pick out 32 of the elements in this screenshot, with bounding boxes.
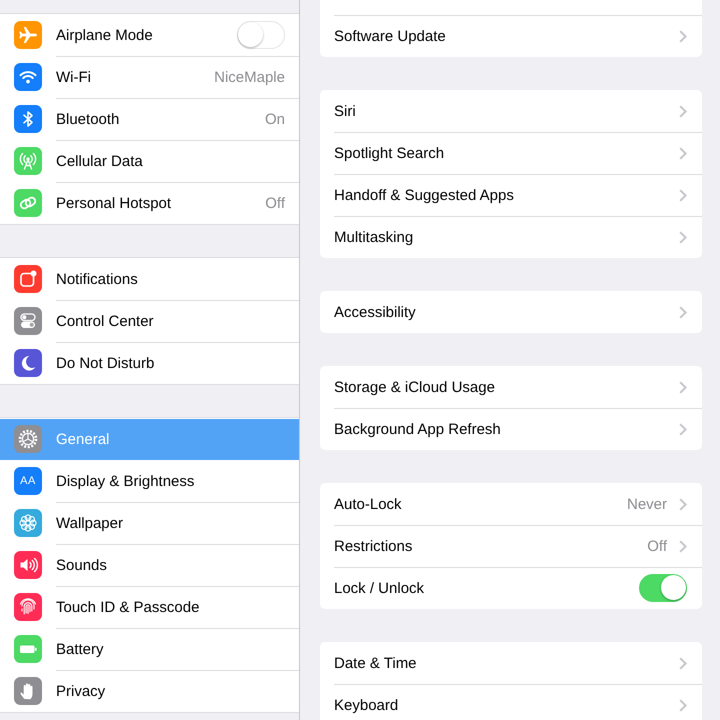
text-size-icon: AA xyxy=(14,467,42,495)
settings-row[interactable]: Multitasking xyxy=(320,216,702,258)
chevron-icon xyxy=(679,422,687,436)
setting-value: On xyxy=(264,110,285,128)
settings-row[interactable]: Spotlight Search xyxy=(320,132,702,174)
chevron-icon xyxy=(679,698,687,712)
settings-row[interactable]: Lock / Unlock xyxy=(320,568,702,608)
chevron-icon xyxy=(679,104,687,118)
settings-row[interactable]: Software Update xyxy=(320,16,702,56)
toggle-switch[interactable] xyxy=(639,574,687,602)
setting-value: NiceMaple xyxy=(214,68,285,86)
settings-row[interactable]: Handoff & Suggested Apps xyxy=(320,174,702,216)
chevron-icon xyxy=(679,230,687,244)
chevron-icon xyxy=(679,30,687,42)
chevron-icon xyxy=(679,188,687,202)
chevron-icon xyxy=(679,656,687,670)
settings-row[interactable]: Accessibility xyxy=(320,292,702,332)
setting-value: Off xyxy=(647,538,667,554)
chevron-icon xyxy=(679,146,687,160)
chevron-icon xyxy=(679,306,687,318)
chevron-icon xyxy=(679,540,687,552)
settings-row[interactable]: Date & Time xyxy=(320,642,702,684)
settings-row[interactable]: Siri xyxy=(320,90,702,132)
chevron-icon xyxy=(679,498,687,510)
settings-row[interactable]: Storage & iCloud Usage xyxy=(320,366,702,408)
setting-value: Never xyxy=(626,496,667,512)
settings-row[interactable]: Auto-Lock Never xyxy=(320,484,702,524)
setting-value: Off xyxy=(265,194,285,212)
settings-row[interactable]: Keyboard xyxy=(320,684,702,720)
settings-row[interactable]: Background App Refresh xyxy=(320,408,702,450)
settings-row[interactable]: Restrictions Off xyxy=(320,526,702,566)
chevron-icon xyxy=(679,380,687,394)
